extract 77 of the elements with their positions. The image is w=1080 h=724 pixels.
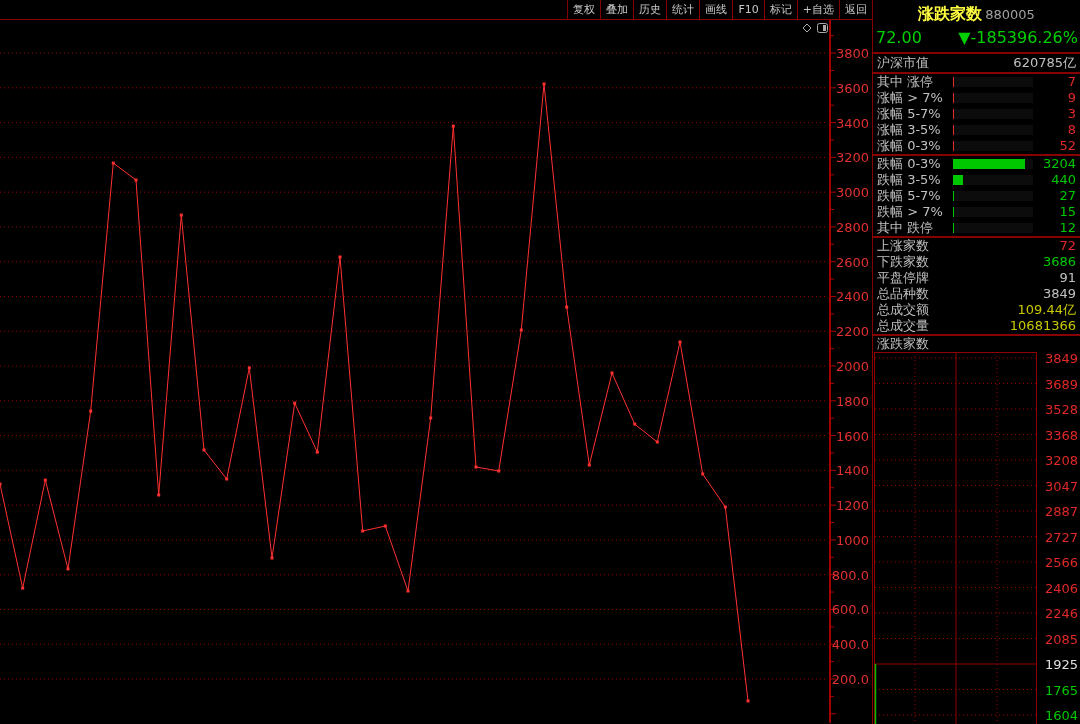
axis-label: 3849 <box>1044 352 1078 366</box>
row-label: 总成交量 <box>877 318 930 334</box>
diamond-icon[interactable] <box>802 23 812 33</box>
down-arrow-icon: ▼ <box>958 26 971 50</box>
axis-label: 2566 <box>1044 555 1078 570</box>
row-label: 总成交额 <box>877 302 930 318</box>
axis-label: 1800 <box>835 393 869 409</box>
axis-label: 3528 <box>1044 402 1078 417</box>
row-value: 440 <box>1050 172 1076 188</box>
price: 72.00 <box>876 27 922 49</box>
row-label: 下跌家数 <box>877 254 930 270</box>
row-value: 12 <box>1058 220 1076 236</box>
data-line <box>874 663 877 724</box>
row-label: 跌幅 > 7% <box>877 204 944 220</box>
row-label: 上涨家数 <box>877 238 930 254</box>
row-label: 沪深市值 <box>877 55 929 71</box>
change-percent: -185396.26% <box>970 27 1078 49</box>
axis-label: 200.0 <box>831 672 869 687</box>
axis-label: 2000 <box>835 359 869 374</box>
axis-label: 3000 <box>835 185 869 201</box>
row-label: 涨幅 5-7% <box>877 106 942 122</box>
row-value: 620785亿 <box>1012 55 1076 71</box>
row-value: 27 <box>1058 188 1076 204</box>
row-value: 3204 <box>1041 156 1076 172</box>
row-value: 15 <box>1058 204 1076 220</box>
axis-label: 2400 <box>835 289 869 305</box>
row-value: 9 <box>1066 90 1076 106</box>
axis-label: 3200 <box>835 150 869 166</box>
axis-label: 3800 <box>835 46 869 62</box>
axis-label: 2800 <box>835 219 869 235</box>
row-value: 72 <box>1058 238 1076 254</box>
axis-label: 1200 <box>835 498 869 514</box>
axis-label: 2727 <box>1044 529 1078 545</box>
row-value: 52 <box>1058 138 1076 154</box>
axis-label: 600.0 <box>831 602 869 618</box>
row-label: 跌幅 3-5% <box>877 172 942 188</box>
chart-title: 涨跌家数 <box>877 336 929 352</box>
axis-label: 2887 <box>1044 504 1078 519</box>
panel-toggle-icon[interactable] <box>817 23 828 33</box>
row-label: 涨幅 0-3% <box>877 138 942 154</box>
row-label: 平盘停牌 <box>877 270 930 286</box>
axis-label: 3600 <box>835 80 869 96</box>
row-value: 7 <box>1066 74 1076 90</box>
row-value: 10681366 <box>1008 318 1076 334</box>
axis-label: 400.0 <box>831 637 869 653</box>
axis-label: 1400 <box>835 463 869 479</box>
axis-label: 3368 <box>1044 427 1078 443</box>
row-label: 涨幅 3-5% <box>877 122 942 138</box>
axis-label: 2200 <box>835 324 869 340</box>
axis-label: 3208 <box>1044 453 1078 468</box>
row-label: 其中 涨停 <box>877 74 935 90</box>
axis-label: 1925 <box>1044 657 1078 672</box>
row-label: 总品种数 <box>877 286 930 302</box>
axis-label: 3047 <box>1044 478 1078 494</box>
axis-label: 1765 <box>1044 682 1078 698</box>
axis-label: 2085 <box>1044 631 1078 647</box>
axis-label: 3689 <box>1044 376 1078 392</box>
row-value: 91 <box>1058 270 1076 286</box>
axis-label: 1000 <box>835 532 869 548</box>
row-label: 跌幅 0-3% <box>877 156 942 172</box>
row-value: 3686 <box>1041 254 1076 270</box>
axis-label: 2406 <box>1044 580 1078 596</box>
quote-code: 880005 <box>985 6 1035 24</box>
row-value: 109.44亿 <box>1016 302 1076 318</box>
row-value: 3 <box>1066 106 1076 122</box>
row-value: 8 <box>1066 122 1076 138</box>
axis-label: 800.0 <box>831 567 869 583</box>
row-label: 涨幅 > 7% <box>877 90 944 106</box>
quote-title: 涨跌家数 <box>918 3 983 25</box>
row-label: 其中 跌停 <box>877 220 935 236</box>
row-label: 跌幅 5-7% <box>877 188 942 204</box>
axis-label: 1604 <box>1044 708 1078 723</box>
row-value: 3849 <box>1041 286 1076 302</box>
axis-label: 3400 <box>835 115 869 131</box>
axis-label: 1600 <box>835 428 869 444</box>
axis-label: 2246 <box>1044 606 1078 621</box>
axis-label: 2600 <box>835 254 869 270</box>
